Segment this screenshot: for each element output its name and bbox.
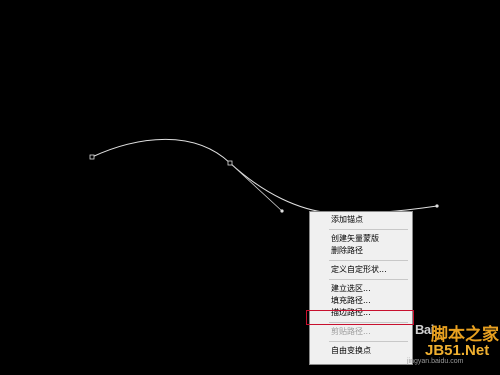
watermark-caption: jingyan.baidu.com [407,358,464,365]
path-drawing [89,138,439,214]
menu-item[interactable]: 添加锚点 [310,214,412,226]
menu-item[interactable]: 删除路径 [310,245,412,257]
menu-item[interactable]: 填充路径... [310,295,412,307]
menu-separator [329,260,408,261]
site-watermark: Bai 脚本之家 JB51.Net jingyan.baidu.com [407,322,500,375]
bezier-path[interactable] [91,138,438,214]
menu-item[interactable]: 定义自定形状... [310,264,412,276]
highlight-annotation-box [306,310,414,325]
path-context-menu: 添加锚点 创建矢量蒙版 删除路径 定义自定形状... 建立选区... 填充路径... 描边路… [309,211,413,365]
photoshop-canvas[interactable] [0,0,500,375]
anchor-point-middle[interactable] [227,160,233,166]
menu-separator [329,229,408,230]
anchor-point-start[interactable] [89,154,95,160]
menu-item: 剪贴路径... [331,327,371,336]
menu-item[interactable]: 自由变换点 [310,345,412,357]
watermark-domain: JB51.Net [425,342,490,359]
menu-separator [329,279,408,280]
menu-item[interactable]: 建立选区... [310,283,412,295]
menu-separator [329,341,408,342]
anchor-point-end[interactable] [435,204,439,208]
direction-handle[interactable] [280,209,284,213]
menu-item[interactable]: 创建矢量蒙版 [310,233,412,245]
direction-line [229,162,283,212]
